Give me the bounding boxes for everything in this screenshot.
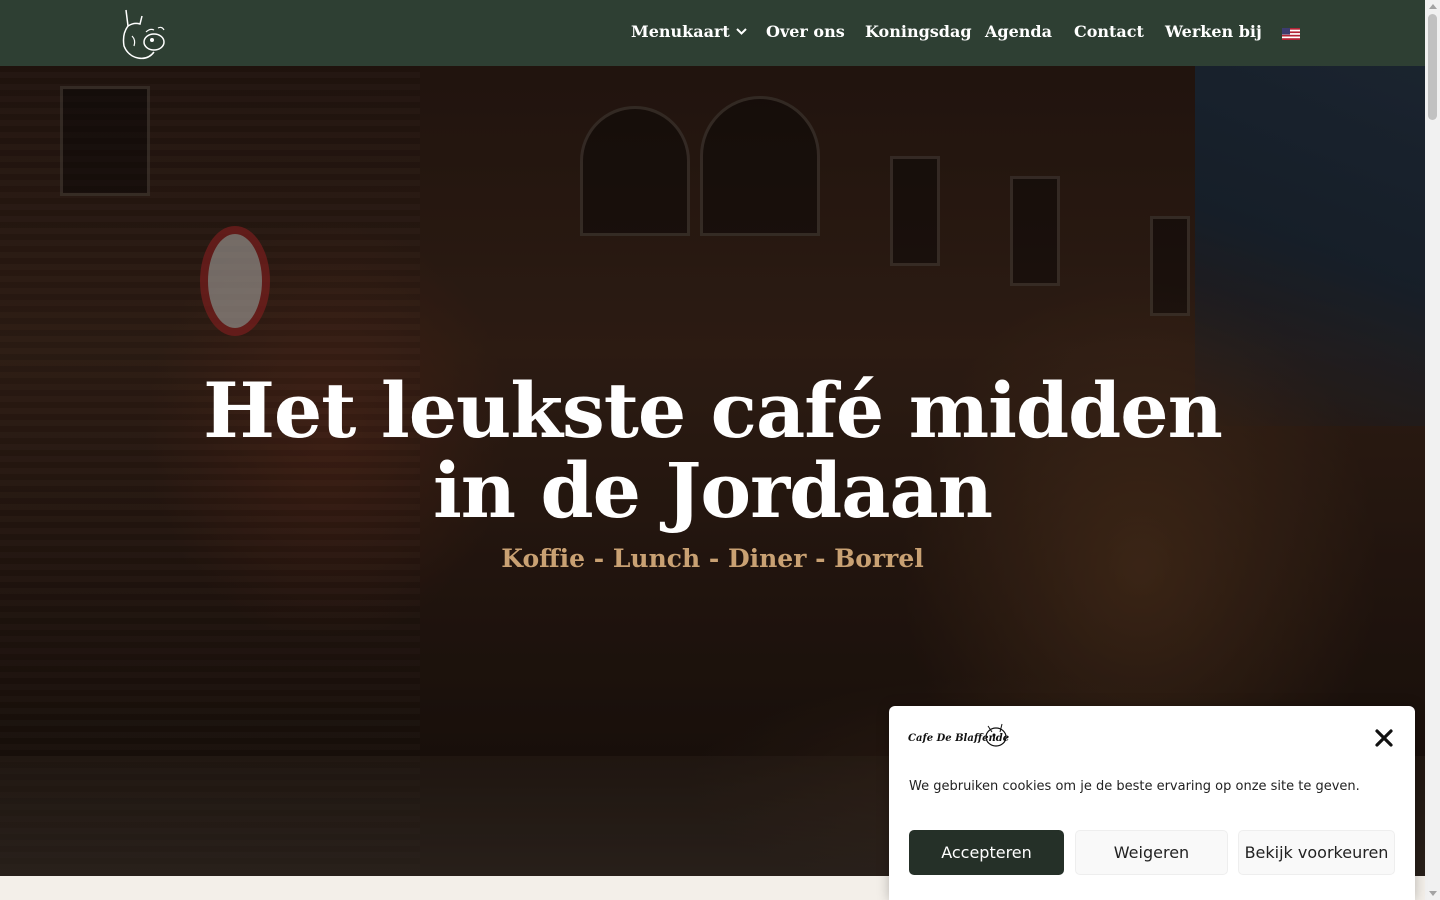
- hero-title-line: in de Jordaan: [432, 446, 993, 535]
- scroll-down-icon[interactable]: [1429, 891, 1437, 896]
- nav-agenda[interactable]: Agenda: [985, 22, 1052, 41]
- logo-dog-fish-icon[interactable]: [118, 6, 168, 60]
- site-header: Menukaart Over ons Koningsdag Agenda Con…: [0, 0, 1425, 66]
- cookie-message: We gebruiken cookies om je de beste erva…: [909, 779, 1360, 794]
- nav-label: Menukaart: [631, 22, 730, 41]
- chevron-down-icon: [736, 28, 747, 35]
- cookie-banner: Cafe De Blaffende Vis We gebruiken cooki…: [889, 706, 1415, 900]
- nav-contact[interactable]: Contact: [1074, 22, 1144, 41]
- deny-cookies-button[interactable]: Weigeren: [1075, 830, 1228, 875]
- nav-over-ons[interactable]: Over ons: [766, 22, 845, 41]
- nav-menukaart[interactable]: Menukaart: [631, 22, 747, 41]
- nav-koningsdag[interactable]: Koningsdag: [865, 22, 972, 41]
- scroll-up-icon[interactable]: [1429, 4, 1437, 9]
- cookie-logo: Cafe De Blaffende Vis: [908, 723, 1012, 747]
- svg-text:Cafe De Blaffende Vis: Cafe De Blaffende Vis: [908, 733, 1012, 744]
- hero-title: Het leukste café midden in de Jordaan: [0, 371, 1425, 531]
- nav-werken-bij[interactable]: Werken bij: [1165, 22, 1262, 41]
- hero-subtitle: Koffie - Lunch - Diner - Borrel: [501, 544, 924, 573]
- hero-title-line: Het leukste café midden: [203, 366, 1223, 455]
- scrollbar-thumb[interactable]: [1428, 14, 1437, 120]
- close-icon[interactable]: [1374, 728, 1394, 748]
- accept-cookies-button[interactable]: Accepteren: [909, 830, 1064, 875]
- page-scrollbar[interactable]: [1425, 0, 1440, 900]
- view-preferences-button[interactable]: Bekijk voorkeuren: [1238, 830, 1395, 875]
- us-flag-icon[interactable]: [1282, 28, 1300, 40]
